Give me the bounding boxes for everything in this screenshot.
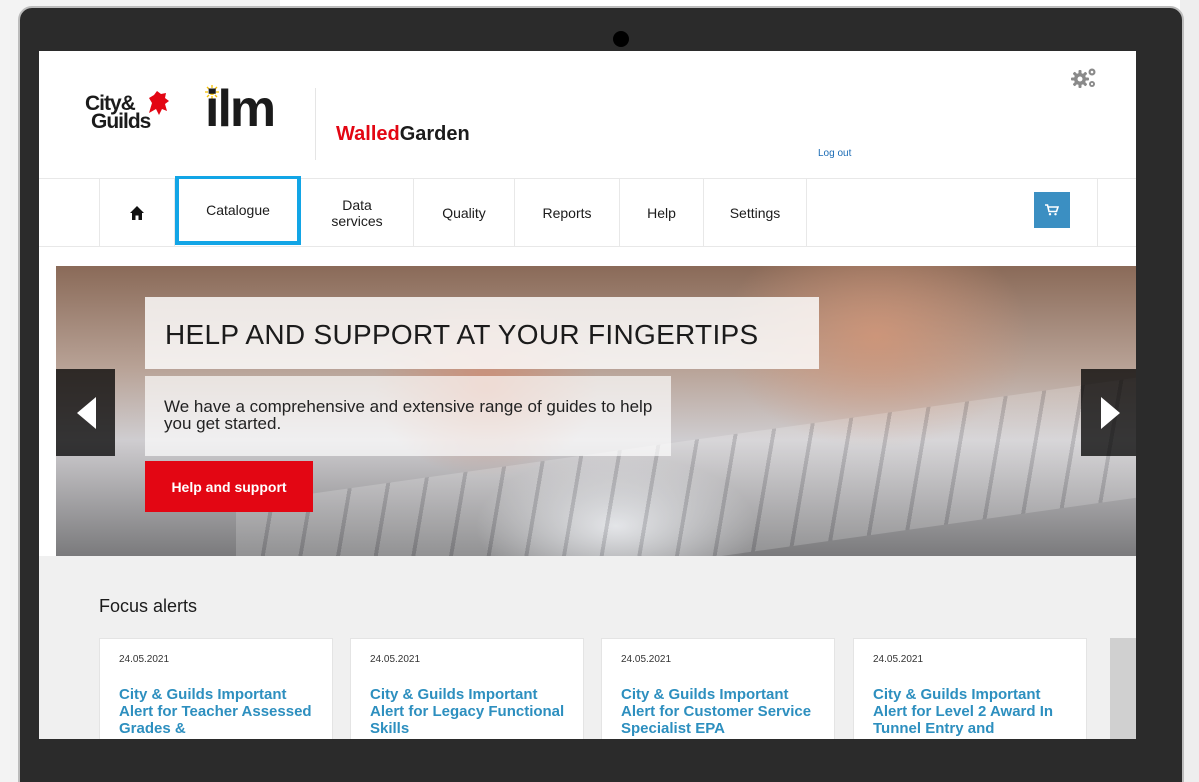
alert-card[interactable]: 24.05.2021 City & Guilds Important Alert… — [853, 638, 1087, 739]
lion-icon — [149, 91, 169, 115]
hero-carousel: HELP AND SUPPORT AT YOUR FINGERTIPS We h… — [56, 266, 1136, 556]
site-header: City& Guilds ilm WalledGarden Log out — [39, 51, 1136, 178]
alert-title-link[interactable]: City & Guilds Important Alert for Legacy… — [370, 686, 575, 737]
focus-alerts-section: Focus alerts 24.05.2021 City & Guilds Im… — [39, 556, 1136, 739]
hero-title-box: HELP AND SUPPORT AT YOUR FINGERTIPS — [145, 297, 819, 369]
nav-help[interactable]: Help — [620, 179, 704, 246]
ilm-logo[interactable]: ilm — [205, 81, 276, 137]
alert-date: 24.05.2021 — [873, 654, 924, 665]
cart-button[interactable] — [1034, 192, 1070, 228]
alert-date: 24.05.2021 — [621, 654, 672, 665]
nav-quality-label: Quality — [442, 204, 486, 221]
hero-subtitle: We have a comprehensive and extensive ra… — [164, 397, 653, 433]
arrow-left-icon — [76, 396, 96, 429]
browser-screen: City& Guilds ilm WalledGarden Log out Ca… — [39, 51, 1136, 739]
nav-home[interactable] — [99, 179, 175, 246]
nav-divider — [1097, 179, 1098, 246]
nav-settings[interactable]: Settings — [704, 179, 807, 246]
alert-title-link[interactable]: City & Guilds Important Alert for Custom… — [621, 686, 826, 737]
focus-alerts-heading: Focus alerts — [99, 596, 198, 616]
account-panel — [804, 57, 964, 161]
logo-guilds-text: Guilds — [91, 110, 151, 133]
nav-data-services[interactable]: Data services — [301, 179, 414, 246]
nav-quality[interactable]: Quality — [414, 179, 515, 246]
nav-catalogue[interactable]: Catalogue — [175, 176, 301, 245]
carousel-next-button[interactable] — [1081, 369, 1136, 456]
alert-card[interactable]: 24.05.2021 City & Guilds Important Alert… — [99, 638, 333, 739]
brand-garden-text: Garden — [399, 123, 470, 145]
walled-garden-brand: WalledGarden — [336, 122, 470, 146]
carousel-prev-button[interactable] — [56, 369, 115, 456]
alert-card[interactable]: 24.05.2021 City & Guilds Important Alert… — [601, 638, 835, 739]
alert-card[interactable]: 24.05.2021 City & Guilds Important Alert… — [350, 638, 584, 739]
alert-title-link[interactable]: City & Guilds Important Alert for Level … — [873, 686, 1078, 737]
hero-subtitle-box: We have a comprehensive and extensive ra… — [145, 376, 671, 456]
home-icon — [130, 205, 144, 220]
nav-catalogue-label: Catalogue — [206, 202, 270, 218]
nav-reports[interactable]: Reports — [515, 179, 620, 246]
alert-date: 24.05.2021 — [370, 654, 421, 665]
gears-icon[interactable] — [1069, 65, 1099, 91]
nav-data-services-label: Data services — [331, 196, 383, 229]
alert-card-partial — [1110, 638, 1136, 739]
alert-date: 24.05.2021 — [119, 654, 170, 665]
nav-reports-label: Reports — [542, 204, 592, 221]
city-and-guilds-logo[interactable]: City& Guilds — [85, 91, 169, 139]
cart-icon — [1045, 204, 1059, 216]
brand-walled-text: Walled — [336, 123, 400, 145]
arrow-right-icon — [1101, 396, 1120, 429]
logout-link[interactable]: Log out — [818, 148, 851, 159]
webcam — [613, 31, 629, 47]
main-nav: Catalogue Data services Quality Reports … — [39, 176, 1136, 247]
nav-settings-label: Settings — [729, 204, 781, 221]
help-and-support-button[interactable]: Help and support — [145, 461, 313, 512]
logo-divider — [315, 88, 316, 160]
hero-title: HELP AND SUPPORT AT YOUR FINGERTIPS — [165, 319, 759, 350]
nav-help-label: Help — [647, 204, 676, 221]
alert-title-link[interactable]: City & Guilds Important Alert for Teache… — [119, 686, 324, 737]
